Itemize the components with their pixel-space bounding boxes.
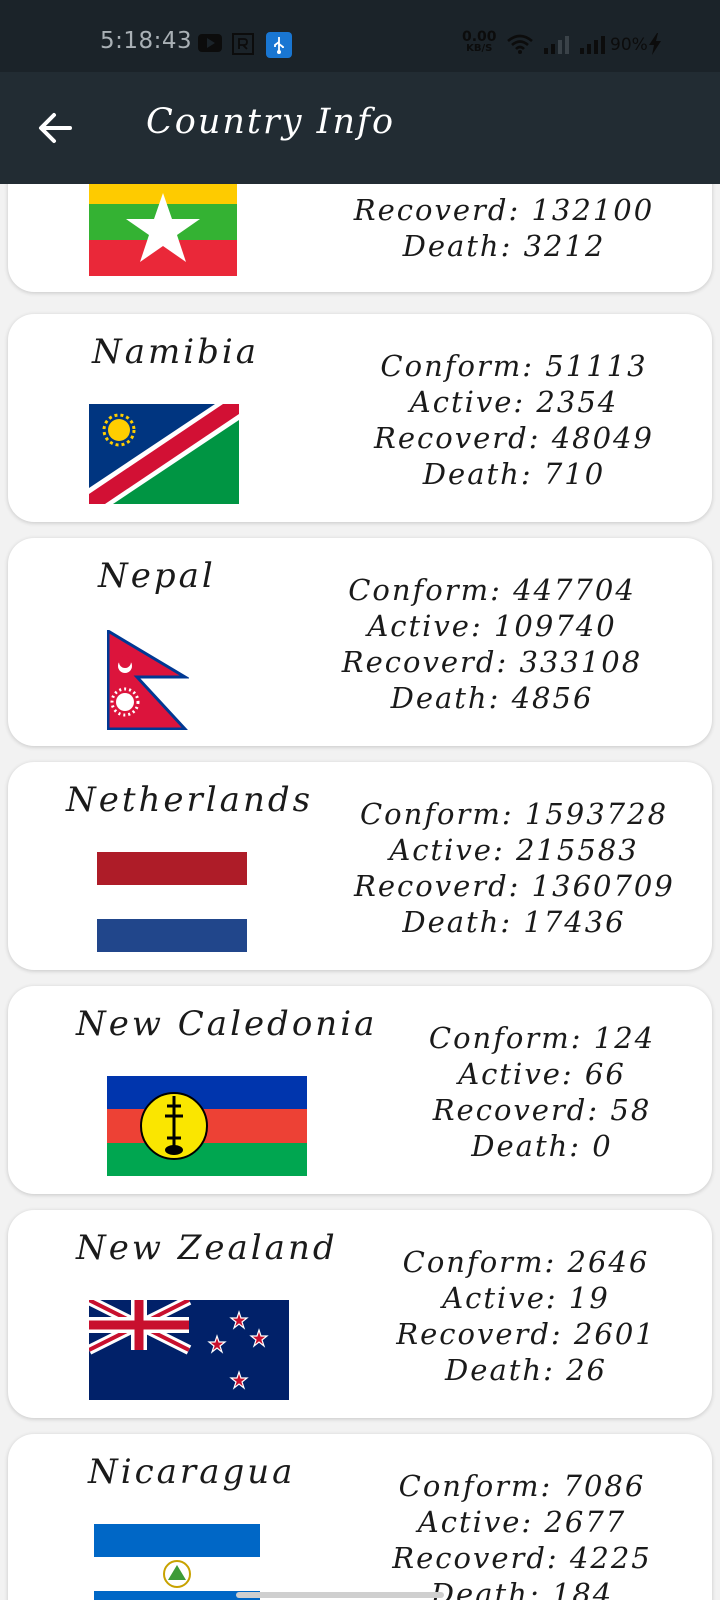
country-stats: Conform: 51113 Active: 2354 Recoverd: 48… xyxy=(354,348,674,492)
country-flag xyxy=(89,184,237,276)
conform-value: 1593728 xyxy=(524,797,669,831)
death-line: Death: 4856 xyxy=(390,681,594,715)
status-time: 5:18:43 xyxy=(100,28,193,54)
country-name: New Caledonia xyxy=(76,1004,378,1044)
signal-icon xyxy=(580,36,605,54)
recoverd-value: 1360709 xyxy=(531,869,675,903)
app-bar: Country Info xyxy=(0,72,720,184)
country-stats: Conform: 447704 Active: 109740 Recoverd:… xyxy=(332,572,652,716)
country-flag xyxy=(94,1524,260,1600)
recoverd-line: Recoverd: 1360709 xyxy=(354,869,675,903)
country-card[interactable]: Nepal Conform: 447704 Active: 109740 Rec… xyxy=(8,538,712,746)
country-flag xyxy=(89,1300,289,1400)
usb-icon xyxy=(266,32,292,58)
country-flag xyxy=(97,852,247,952)
active-value: 2354 xyxy=(536,385,619,419)
conform-line: Conform: 1593728 xyxy=(359,797,669,831)
death-value: 184 xyxy=(551,1577,614,1600)
active-line: Active: 66 xyxy=(458,1057,626,1091)
recoverd-value: 333108 xyxy=(519,645,643,679)
active-value: 66 xyxy=(584,1057,626,1091)
country-card[interactable]: Nicaragua Conform: 7086 Active: 2677 Rec… xyxy=(8,1434,712,1600)
active-line: Active: 2354 xyxy=(409,385,619,419)
death-line: Death: 26 xyxy=(445,1353,607,1387)
country-list[interactable]: Recoverd: 132100 Death: 3212 Namibia Con… xyxy=(0,184,720,1600)
country-flag xyxy=(107,630,189,730)
recoverd-value: 2601 xyxy=(573,1317,656,1351)
battery-percent: 90% xyxy=(610,35,648,55)
page-title: Country Info xyxy=(146,102,396,142)
active-line: Active: 109740 xyxy=(367,609,617,643)
net-speed: 0.00 KB/S xyxy=(462,29,497,55)
conform-line: Conform: 51113 xyxy=(380,349,648,383)
status-bar: 5:18:43 0.00 KB/S 90% xyxy=(0,0,720,72)
wifi-icon xyxy=(507,34,533,54)
youtube-icon xyxy=(198,34,222,52)
country-flag xyxy=(107,1076,307,1176)
active-line: Active: 2677 xyxy=(417,1505,627,1539)
recoverd-line: Recoverd: 48049 xyxy=(374,421,654,455)
conform-line: Conform: 2646 xyxy=(402,1245,650,1279)
country-name: Nepal xyxy=(98,556,216,596)
country-card[interactable]: Namibia Conform: 51113 Active: 2354 Reco… xyxy=(8,314,712,522)
recoverd-line: Recoverd: 2601 xyxy=(396,1317,656,1351)
death-line: Death: 3212 xyxy=(402,229,606,263)
active-line: Active: 215583 xyxy=(389,833,639,867)
country-name: Netherlands xyxy=(66,780,314,820)
conform-value: 447704 xyxy=(513,573,636,607)
country-stats: Conform: 124 Active: 66 Recoverd: 58 Dea… xyxy=(392,1020,692,1164)
country-name: New Zealand xyxy=(76,1228,338,1268)
scroll-indicator[interactable] xyxy=(236,1592,444,1598)
recoverd-value: 48049 xyxy=(551,421,654,455)
r-app-icon xyxy=(232,33,254,55)
active-value: 109740 xyxy=(493,609,617,643)
death-value: 3212 xyxy=(523,229,606,263)
country-stats: Recoverd: 132100 Death: 3212 xyxy=(344,192,664,264)
country-card[interactable]: New Zealand Conform: 2646 Active: 19 Rec… xyxy=(8,1210,712,1418)
recoverd-line: Recoverd: 132100 xyxy=(353,193,655,227)
active-value: 215583 xyxy=(515,833,639,867)
country-stats: Conform: 1593728 Active: 215583 Recoverd… xyxy=(354,796,674,940)
country-card[interactable]: New Caledonia Conform: 124 Active: 66 Re… xyxy=(8,986,712,1194)
recoverd-value: 58 xyxy=(610,1093,652,1127)
net-speed-unit: KB/S xyxy=(466,43,493,54)
battery-charging-icon xyxy=(649,33,661,55)
conform-line: Conform: 7086 xyxy=(398,1469,646,1503)
conform-value: 7086 xyxy=(563,1469,646,1503)
death-value: 26 xyxy=(566,1353,607,1387)
death-value: 17436 xyxy=(523,905,626,939)
country-card[interactable]: Recoverd: 132100 Death: 3212 xyxy=(8,184,712,292)
country-name: Namibia xyxy=(92,332,260,372)
signal-icon xyxy=(544,36,569,54)
conform-value: 124 xyxy=(593,1021,656,1055)
conform-value: 2646 xyxy=(567,1245,650,1279)
death-line: Death: 0 xyxy=(471,1129,613,1163)
country-card[interactable]: Netherlands Conform: 1593728 Active: 215… xyxy=(8,762,712,970)
active-value: 19 xyxy=(568,1281,610,1315)
death-value: 710 xyxy=(543,457,606,491)
recoverd-value: 4225 xyxy=(569,1541,652,1575)
country-stats: Conform: 7086 Active: 2677 Recoverd: 422… xyxy=(372,1468,672,1600)
recoverd-line: Recoverd: 4225 xyxy=(392,1541,652,1575)
conform-value: 51113 xyxy=(545,349,648,383)
recoverd-line: Recoverd: 333108 xyxy=(341,645,643,679)
death-line: Death: 17436 xyxy=(402,905,626,939)
recoverd-line: Recoverd: 58 xyxy=(432,1093,652,1127)
active-line: Active: 19 xyxy=(442,1281,610,1315)
net-speed-value: 0.00 xyxy=(462,29,497,45)
conform-line: Conform: 447704 xyxy=(348,573,636,607)
active-value: 2677 xyxy=(544,1505,627,1539)
country-name: Nicaragua xyxy=(88,1452,296,1492)
conform-line: Conform: 124 xyxy=(428,1021,656,1055)
recoverd-value: 132100 xyxy=(531,193,655,227)
arrow-left-icon[interactable] xyxy=(34,106,78,150)
death-value: 0 xyxy=(592,1129,613,1163)
country-flag xyxy=(89,404,239,504)
death-line: Death: 710 xyxy=(422,457,606,491)
death-value: 4856 xyxy=(511,681,594,715)
country-stats: Conform: 2646 Active: 19 Recoverd: 2601 … xyxy=(376,1244,676,1388)
